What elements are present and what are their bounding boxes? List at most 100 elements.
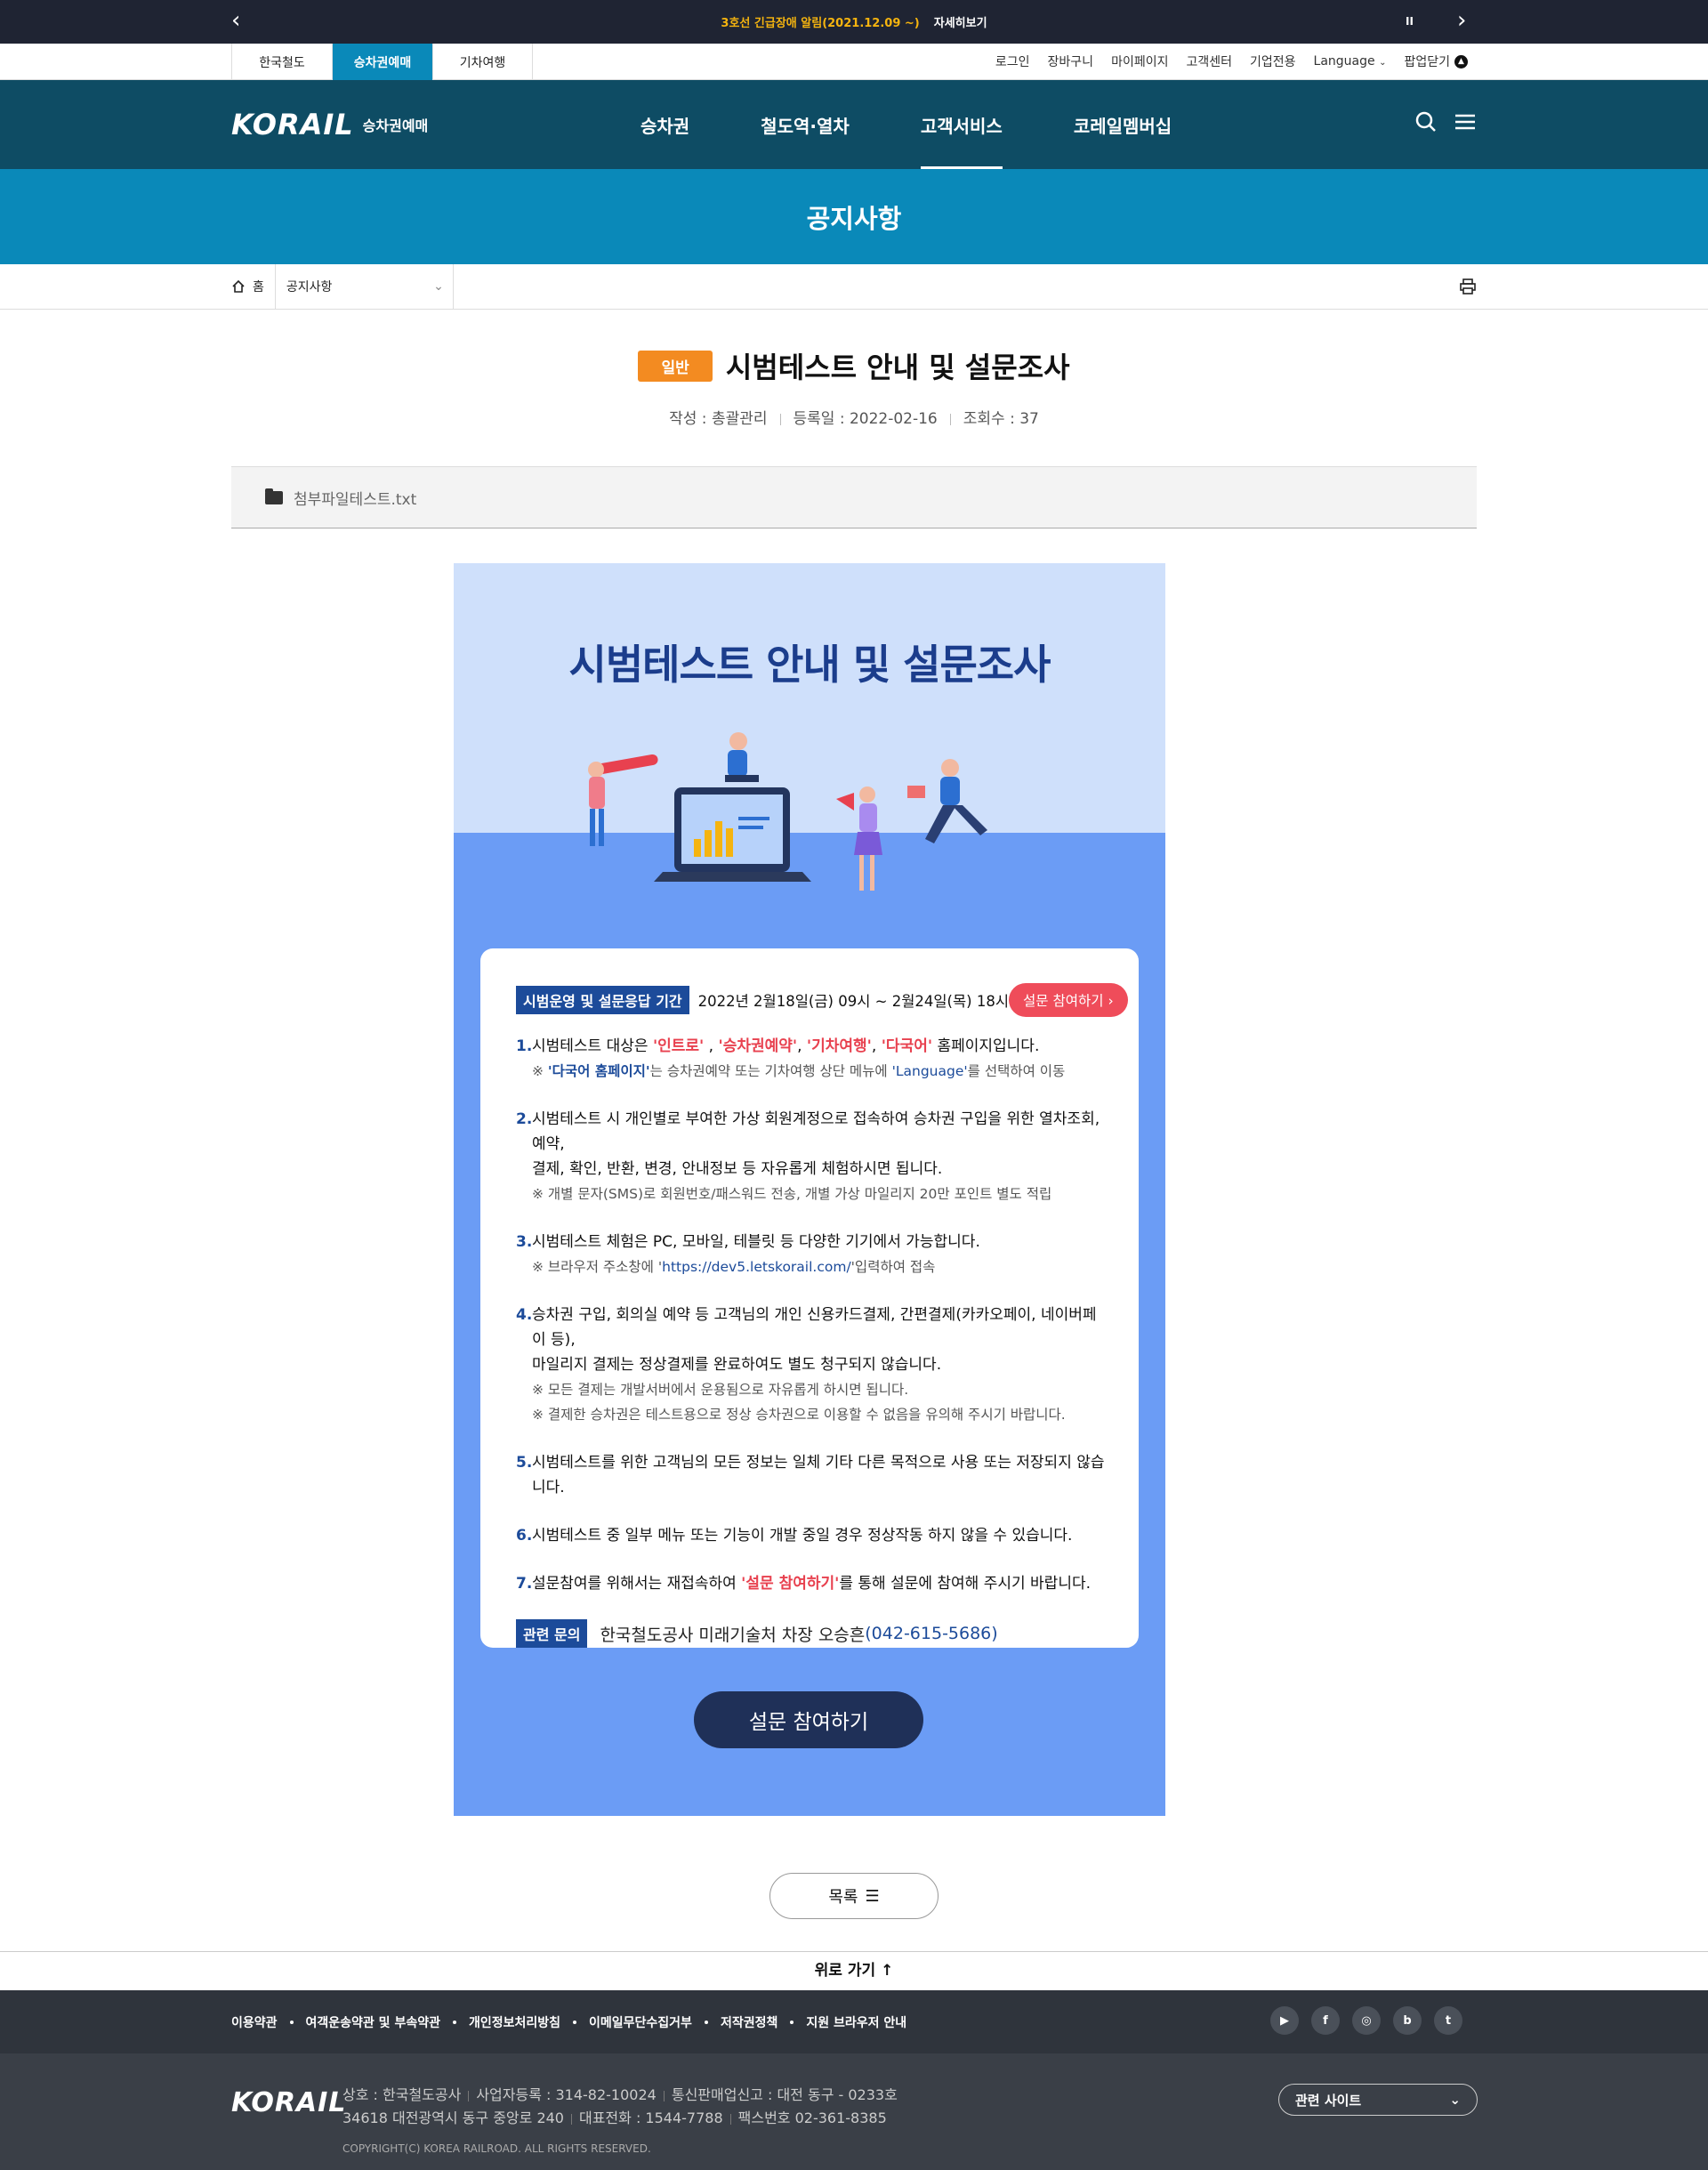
footer-link-transport-terms[interactable]: 여객운송약관 및 부속약관 <box>306 2013 440 2031</box>
twitter-icon[interactable]: t <box>1434 2006 1462 2035</box>
print-icon[interactable] <box>1459 278 1477 299</box>
notice-title: 시범테스트 안내 및 설문조사 <box>725 351 1070 384</box>
gnb-menu: 승차권 철도역·열차 고객서비스 코레일멤버십 <box>640 80 1243 169</box>
instagram-icon[interactable]: ◎ <box>1352 2006 1381 2035</box>
period-text: 2022년 2월18일(금) 09시 ~ 2월24일(목) 18시 <box>697 993 1010 1010</box>
notice-text[interactable]: 3호선 긴급장애 알림(2021.12.09 ~) <box>721 13 919 30</box>
notice-item-5: 5. 시범테스트를 위한 고객님의 모든 정보는 일체 기타 다른 목적으로 사용… <box>516 1450 1107 1500</box>
survey-participate-button[interactable]: 설문 참여하기 <box>694 1691 923 1748</box>
language-select[interactable]: Language ⌄ <box>1314 54 1387 69</box>
utility-bar: 한국철도 승차권예매 기차여행 로그인 장바구니 마이페이지 고객센터 기업전용… <box>0 44 1708 80</box>
login-link[interactable]: 로그인 <box>995 52 1030 70</box>
item-number: 2. <box>516 1110 533 1128</box>
footer-link-browser[interactable]: 지원 브라우저 안내 <box>806 2013 906 2031</box>
business-link[interactable]: 기업전용 <box>1250 52 1296 70</box>
item-note: ※ 결제한 승차권은 테스트용으로 정상 승차권으로 이용할 수 없음을 유의해… <box>532 1407 1066 1423</box>
item-number: 1. <box>516 1037 533 1055</box>
page: ‹ 3호선 긴급장애 알림(2021.12.09 ~) 자세히보기 II › 한… <box>0 0 1708 2170</box>
search-icon[interactable] <box>1414 110 1438 137</box>
breadcrumb-home[interactable]: 홈 <box>231 263 276 310</box>
notice-poster: 시범테스트 안내 및 설문조사 시범운영 및 설문응답 기간 2022년 2월1… <box>454 563 1165 1816</box>
notice-prev-icon[interactable]: ‹ <box>231 9 249 32</box>
facebook-icon[interactable]: f <box>1311 2006 1340 2035</box>
gnb-icons <box>1414 110 1477 137</box>
chevron-down-icon: ⌄ <box>1449 2092 1461 2108</box>
site-tab-ticket[interactable]: 승차권예매 <box>332 44 432 80</box>
attachment-link[interactable]: 첨부파일테스트.txt <box>294 487 416 509</box>
category-badge: 일반 <box>638 350 713 382</box>
home-icon <box>232 279 245 293</box>
divider <box>0 1951 1708 1952</box>
youtube-icon[interactable]: ▶ <box>1270 2006 1299 2035</box>
menu-ticket[interactable]: 승차권 <box>640 80 689 169</box>
breadcrumb-current[interactable]: 공지사항 ⌄ <box>276 263 454 310</box>
item-text: 시범테스트 체험은 PC, 모바일, 테블릿 등 다양한 기기에서 가능합니다. <box>532 1233 980 1251</box>
item-number: 3. <box>516 1233 533 1251</box>
item-text: 결제, 확인, 반환, 변경, 안내정보 등 자유롭게 체험하시면 됩니다. <box>532 1160 943 1178</box>
notice-item-3: 3. 시범테스트 체험은 PC, 모바일, 테블릿 등 다양한 기기에서 가능합니… <box>516 1230 1107 1279</box>
emergency-notice-bar: ‹ 3호선 긴급장애 알림(2021.12.09 ~) 자세히보기 II › <box>0 0 1708 44</box>
item-text: 설문참여를 위해서는 재접속하여 '설문 참여하기'를 통해 설문에 참여해 주… <box>532 1575 1092 1593</box>
notice-author: 작성 : 총괄관리 <box>669 410 768 428</box>
site-tab-travel[interactable]: 기차여행 <box>432 44 533 80</box>
logo-subtitle: 승차권예매 <box>362 117 429 134</box>
menu-membership[interactable]: 코레일멤버십 <box>1074 80 1172 169</box>
utility-links: 로그인 장바구니 마이페이지 고객센터 기업전용 Language ⌄ 팝업닫기… <box>995 44 1477 79</box>
footer-link-terms[interactable]: 이용약관 <box>231 2013 278 2031</box>
item-number: 4. <box>516 1306 533 1324</box>
menu-customer-service[interactable]: 고객서비스 <box>920 80 1003 169</box>
item-text: 승차권 구입, 회의실 예약 등 고객님의 개인 신용카드결제, 간편결제(카카… <box>532 1306 1097 1349</box>
attachment-bar: 첨부파일테스트.txt <box>231 466 1477 528</box>
related-sites-label: 관련 사이트 <box>1295 2092 1362 2109</box>
item-text: 시범테스트 대상은 '인트로' , '승차권예약', '기차여행', '다국어'… <box>532 1037 1040 1055</box>
related-sites-select[interactable]: 관련 사이트 ⌄ <box>1278 2084 1478 2116</box>
popup-close-label: 팝업닫기 <box>1404 55 1450 69</box>
customer-center-link[interactable]: 고객센터 <box>1186 52 1232 70</box>
mypage-link[interactable]: 마이페이지 <box>1111 52 1168 70</box>
go-top-button[interactable]: 위로 가기 ↑ <box>0 1957 1708 1980</box>
item-text: 시범테스트를 위한 고객님의 모든 정보는 일체 기타 다른 목적으로 사용 또… <box>532 1454 1105 1496</box>
main-navigation: KORAIL 승차권예매 승차권 철도역·열차 고객서비스 코레일멤버십 <box>0 80 1708 169</box>
breadcrumb: 홈 공지사항 ⌄ <box>0 263 1708 310</box>
footer-link-privacy[interactable]: 개인정보처리방침 <box>469 2013 560 2031</box>
popup-close-button[interactable]: 팝업닫기 ▲ <box>1404 52 1468 70</box>
menu-station-train[interactable]: 철도역·열차 <box>761 80 850 169</box>
notice-detail-link[interactable]: 자세히보기 <box>934 13 987 30</box>
korail-logo[interactable]: KORAIL 승차권예매 <box>231 108 428 141</box>
list-button[interactable]: 목록 ☰ <box>769 1873 939 1919</box>
notice-item-7: 7. 설문참여를 위해서는 재접속하여 '설문 참여하기'를 통해 설문에 참여해… <box>516 1571 1107 1596</box>
item-number: 5. <box>516 1454 533 1472</box>
blog-icon[interactable]: b <box>1393 2006 1422 2035</box>
menu-icon[interactable] <box>1454 110 1477 137</box>
chevron-up-icon: ▲ <box>1454 54 1468 69</box>
item-text: 마일리지 결제는 정상결제를 완료하여도 별도 청구되지 않습니다. <box>532 1356 942 1374</box>
item-number: 7. <box>516 1575 533 1593</box>
list-button-label: 목록 <box>828 1888 858 1907</box>
test-site-url[interactable]: https://dev5.letskorail.com/ <box>662 1259 851 1275</box>
footer-link-copyright[interactable]: 저작권정책 <box>721 2013 777 2031</box>
notice-next-icon[interactable]: › <box>1457 9 1475 32</box>
language-label: Language <box>1313 54 1375 69</box>
notice-item-2: 2. 시범테스트 시 개인별로 부여한 가상 회원계정으로 접속하여 승차권 구입… <box>516 1107 1107 1206</box>
contact-label: 관련 문의 <box>516 1619 588 1648</box>
notice-date: 등록일 : 2022-02-16 <box>793 410 938 428</box>
breadcrumb-current-label: 공지사항 <box>286 280 333 294</box>
cart-link[interactable]: 장바구니 <box>1048 52 1094 70</box>
chevron-down-icon: ⌄ <box>433 279 444 294</box>
site-tab-korail[interactable]: 한국철도 <box>231 44 332 80</box>
chevron-down-icon: ⌄ <box>1379 58 1387 68</box>
notice-item-6: 6. 시범테스트 중 일부 메뉴 또는 기능이 개발 중일 경우 정상작동 하지 … <box>516 1523 1107 1548</box>
footer-info: KORAIL 상호 : 한국철도공사 사업자등록 : 314-82-10024 통신… <box>0 2053 1708 2170</box>
sns-links: ▶ f ◎ b t <box>1270 2006 1462 2035</box>
notice-header: 일반 시범테스트 안내 및 설문조사 작성 : 총괄관리 등록일 : 2022-0… <box>0 310 1708 428</box>
footer-link-email[interactable]: 이메일무단수집거부 <box>589 2013 692 2031</box>
notice-pause-icon[interactable]: II <box>1406 15 1414 28</box>
page-title: 공지사항 <box>806 203 902 234</box>
survey-pill-button[interactable]: 설문 참여하기 › <box>1009 983 1128 1017</box>
contact-phone: (042-615-5686) <box>865 1624 998 1643</box>
company-info: 상호 : 한국철도공사 사업자등록 : 314-82-10024 통신판매업신고 :… <box>342 2086 898 2126</box>
footer-links: 이용약관 여객운송약관 및 부속약관 개인정보처리방침 이메일무단수집거부 저작… <box>231 1990 906 2053</box>
footer-logo: KORAIL <box>231 2087 347 2118</box>
period-label: 시범운영 및 설문응답 기간 <box>516 986 689 1014</box>
notice-items: 1. 시범테스트 대상은 '인트로' , '승차권예약', '기차여행', '다… <box>516 1034 1107 1596</box>
